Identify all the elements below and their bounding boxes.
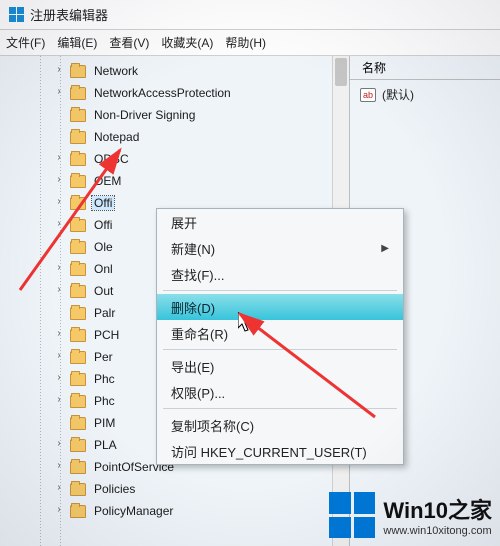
folder-icon xyxy=(70,197,86,210)
expand-icon[interactable]: › xyxy=(54,483,64,493)
column-header-name[interactable]: 名称 xyxy=(350,56,500,80)
tree-node-networkaccessprotection[interactable]: ›NetworkAccessProtection xyxy=(0,82,349,104)
expand-icon[interactable]: › xyxy=(54,439,64,449)
tree-node-network[interactable]: ›Network xyxy=(0,60,349,82)
folder-icon xyxy=(70,109,86,122)
value-label: (默认) xyxy=(382,86,414,103)
folder-icon xyxy=(70,87,86,100)
folder-icon xyxy=(70,329,86,342)
expand-icon[interactable]: › xyxy=(54,197,64,207)
folder-icon xyxy=(70,439,86,452)
folder-icon xyxy=(70,395,86,408)
expand-icon[interactable]: › xyxy=(54,373,64,383)
regedit-icon xyxy=(8,7,24,23)
folder-icon xyxy=(70,219,86,232)
menu-separator xyxy=(163,349,397,350)
folder-icon xyxy=(70,307,86,320)
folder-icon xyxy=(70,175,86,188)
windows-logo-icon xyxy=(329,492,375,538)
menu-file[interactable]: 文件(F) xyxy=(6,34,45,51)
menu-separator xyxy=(163,290,397,291)
tree-node-policies[interactable]: ›Policies xyxy=(0,478,349,500)
watermark-brand: Win10之家 xyxy=(383,493,492,525)
expand-icon[interactable]: › xyxy=(54,329,64,339)
ctx-copy-key-name[interactable]: 复制项名称(C) xyxy=(157,412,403,438)
titlebar: 注册表编辑器 xyxy=(0,0,500,30)
expand-icon[interactable]: › xyxy=(54,461,64,471)
tree-node-odbc[interactable]: ›ODBC xyxy=(0,148,349,170)
value-default[interactable]: ab (默认) xyxy=(350,80,500,109)
ctx-goto-hkcu[interactable]: 访问 HKEY_CURRENT_USER(T) xyxy=(157,438,403,464)
tree-node-oem[interactable]: ›OEM xyxy=(0,170,349,192)
scrollbar-thumb[interactable] xyxy=(335,58,347,86)
menu-separator xyxy=(163,408,397,409)
folder-icon xyxy=(70,417,86,430)
ctx-expand[interactable]: 展开 xyxy=(157,209,403,235)
folder-icon xyxy=(70,241,86,254)
string-value-icon: ab xyxy=(360,88,376,102)
ctx-find[interactable]: 查找(F)... xyxy=(157,261,403,287)
folder-icon xyxy=(70,373,86,386)
ctx-export[interactable]: 导出(E) xyxy=(157,353,403,379)
folder-icon xyxy=(70,131,86,144)
ctx-permissions[interactable]: 权限(P)... xyxy=(157,379,403,405)
tree-node-policymanager[interactable]: ›PolicyManager xyxy=(0,500,349,522)
expand-icon[interactable]: › xyxy=(54,505,64,515)
expand-icon[interactable]: › xyxy=(54,153,64,163)
expand-icon[interactable]: › xyxy=(54,263,64,273)
menubar: 文件(F) 编辑(E) 查看(V) 收藏夹(A) 帮助(H) xyxy=(0,30,500,56)
ctx-new[interactable]: 新建(N)▶ xyxy=(157,235,403,261)
ctx-delete[interactable]: 删除(D) xyxy=(157,294,403,320)
tree-node-notepad[interactable]: Notepad xyxy=(0,126,349,148)
menu-help[interactable]: 帮助(H) xyxy=(225,34,266,51)
folder-icon xyxy=(70,351,86,364)
expand-icon[interactable]: › xyxy=(54,395,64,405)
expand-icon[interactable]: › xyxy=(54,351,64,361)
folder-icon xyxy=(70,65,86,78)
registry-editor-window: 注册表编辑器 文件(F) 编辑(E) 查看(V) 收藏夹(A) 帮助(H) ›N… xyxy=(0,0,500,546)
watermark-url: www.win10xitong.com xyxy=(383,525,491,537)
folder-icon xyxy=(70,483,86,496)
menu-view[interactable]: 查看(V) xyxy=(109,34,149,51)
tree-node-non-driver-signing[interactable]: Non-Driver Signing xyxy=(0,104,349,126)
folder-icon xyxy=(70,285,86,298)
folder-icon xyxy=(70,461,86,474)
expand-icon[interactable]: › xyxy=(54,175,64,185)
expand-icon[interactable]: › xyxy=(54,87,64,97)
expand-icon[interactable]: › xyxy=(54,219,64,229)
menu-favorites[interactable]: 收藏夹(A) xyxy=(161,34,213,51)
folder-icon xyxy=(70,153,86,166)
context-menu: 展开 新建(N)▶ 查找(F)... 删除(D) 重命名(R) 导出(E) 权限… xyxy=(156,208,404,465)
watermark: Win10之家 www.win10xitong.com xyxy=(329,492,492,538)
window-title: 注册表编辑器 xyxy=(30,5,108,24)
ctx-rename[interactable]: 重命名(R) xyxy=(157,320,403,346)
folder-icon xyxy=(70,505,86,518)
submenu-arrow-icon: ▶ xyxy=(381,243,389,254)
expand-icon[interactable]: › xyxy=(54,285,64,295)
menu-edit[interactable]: 编辑(E) xyxy=(57,34,97,51)
folder-icon xyxy=(70,263,86,276)
expand-icon[interactable]: › xyxy=(54,65,64,75)
